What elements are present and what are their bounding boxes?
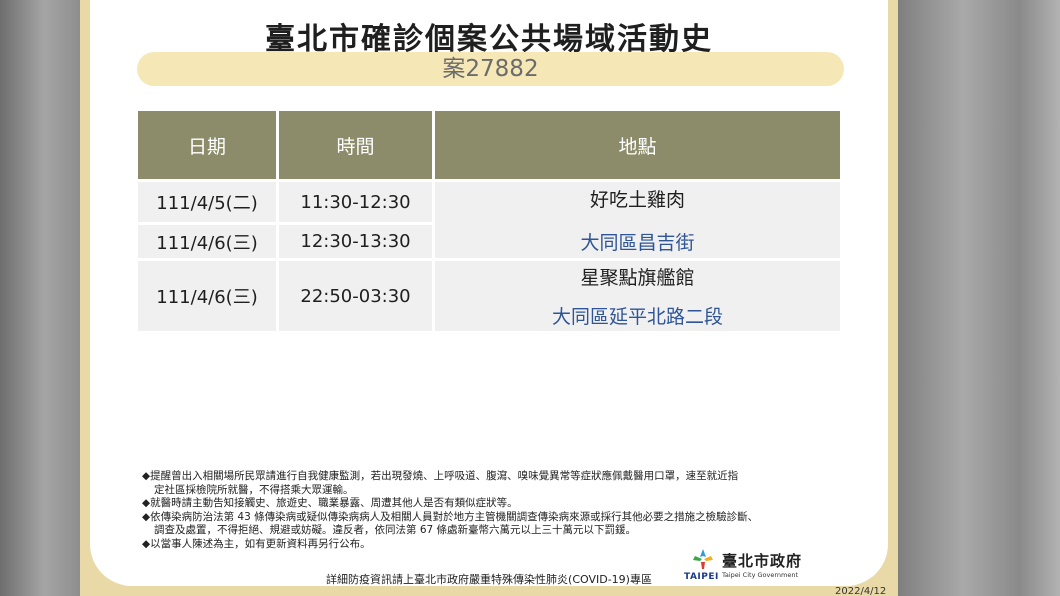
location-cell: 星聚點旗艦館 大同區延平北路二段 xyxy=(435,261,840,331)
background-right xyxy=(898,0,1060,596)
taipei-logo-icon xyxy=(693,549,713,569)
location-cell: 好吃土雞肉 大同區昌吉街 xyxy=(435,182,840,258)
logo-chinese: 臺北市政府 xyxy=(722,552,803,570)
row-time: 22:50-03:30 xyxy=(279,261,432,331)
place-address: 大同區延平北路二段 xyxy=(551,306,723,328)
place-name: 星聚點旗艦館 xyxy=(580,267,695,289)
place-name: 好吃土雞肉 xyxy=(589,189,685,211)
row-time: 12:30-13:30 xyxy=(279,225,432,258)
note-line: ◆依傳染病防治法第 43 條傳染病或疑似傳染病病人及相關人員對於地方主管機關調查… xyxy=(142,510,759,523)
date-stamp: 2022/4/12 xyxy=(835,586,887,596)
background-left xyxy=(0,0,80,596)
row-date: 111/4/5(二) xyxy=(138,182,276,222)
table-row: 111/4/6(三) 22:50-03:30 星聚點旗艦館 大同區延平北路二段 xyxy=(138,261,840,331)
header-date: 日期 xyxy=(138,111,276,179)
row-time: 11:30-12:30 xyxy=(279,182,432,222)
header-location: 地點 xyxy=(435,111,840,179)
note-line: ◆提醒曾出入相關場所民眾請進行自我健康監測，若出現發燒、上呼吸道、腹瀉、嗅味覺異… xyxy=(142,470,739,482)
place-address: 大同區昌吉街 xyxy=(580,232,695,254)
row-date: 111/4/6(三) xyxy=(138,261,276,331)
note-line: ◆就醫時請主動告知接觸史、旅遊史、職業暴露、周遭其他人是否有類似症狀等。 xyxy=(142,497,518,509)
header-time: 時間 xyxy=(279,111,432,179)
row-date: 111/4/6(三) xyxy=(138,225,276,258)
note-line: 調查及處置，不得拒絕、規避或妨礙。違反者，依同法第 67 條處新臺幣六萬元以上三… xyxy=(154,524,637,536)
notes-section: ◆提醒曾出入相關場所民眾請進行自我健康監測，若出現發燒、上呼吸道、腹瀉、嗅味覺異… xyxy=(142,470,862,551)
announcement-card: 臺北市確診個案公共場域活動史 案27882 日期 時間 地點 111/4/5(二… xyxy=(80,0,898,596)
table-header-row: 日期 時間 地點 xyxy=(138,111,840,179)
case-number-badge: 案27882 xyxy=(137,52,844,86)
activity-table: 日期 時間 地點 111/4/5(二) 11:30-12:30 好吃土雞肉 大同… xyxy=(135,108,843,334)
note-line: 定社區採檢院所就醫，不得搭乘大眾運輸。 xyxy=(154,483,354,496)
footer-info: 詳細防疫資訊請上臺北市政府嚴重特殊傳染性肺炎(COVID-19)專區 xyxy=(326,573,652,586)
table-row: 111/4/5(二) 11:30-12:30 好吃土雞肉 大同區昌吉街 xyxy=(138,182,840,258)
